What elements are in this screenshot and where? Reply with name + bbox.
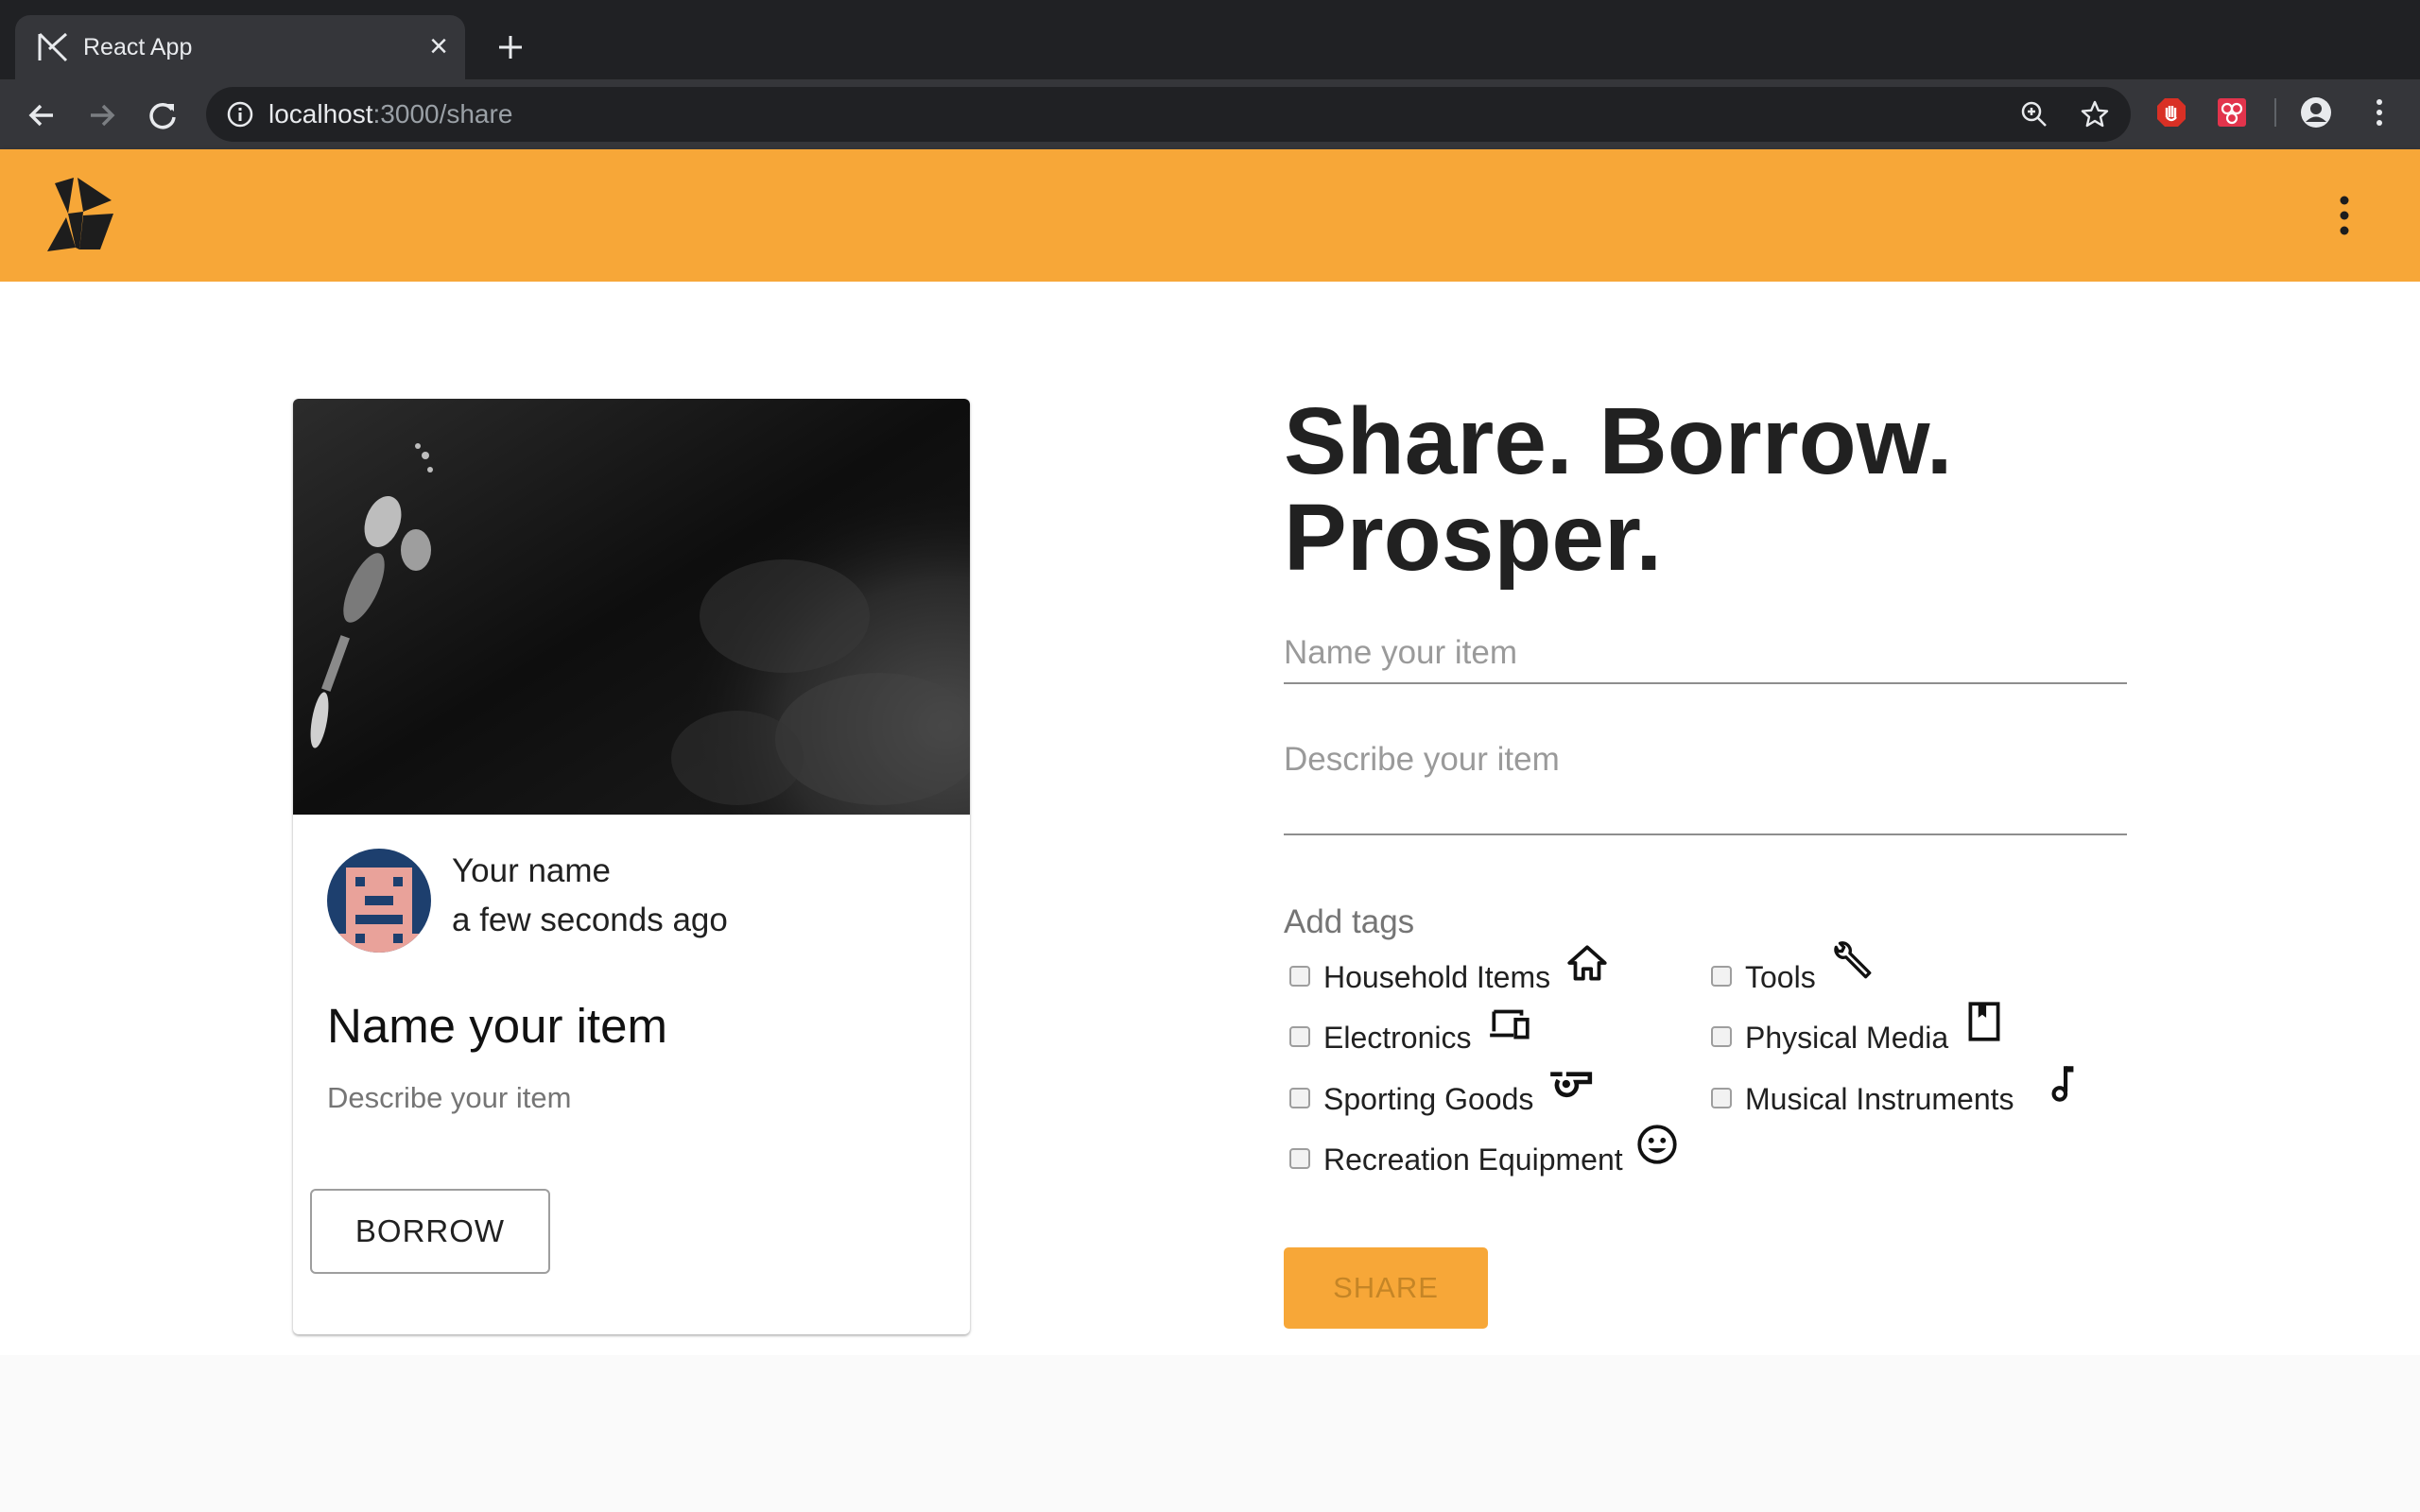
new-tab-plus-icon[interactable] — [490, 26, 531, 68]
toolbar-divider — [2274, 98, 2276, 127]
home-icon — [1567, 945, 1607, 981]
url-path: :3000/share — [372, 99, 513, 129]
app-favicon-icon — [38, 32, 68, 62]
tab-title: React App — [83, 34, 193, 60]
item-preview-card: Your name a few seconds ago Name your it… — [293, 399, 970, 1334]
book-icon — [1968, 1002, 2000, 1041]
apollo-devtools-extension-icon[interactable] — [2216, 96, 2248, 129]
back-arrow-icon[interactable] — [23, 96, 60, 134]
browser-menu-icon[interactable] — [2363, 96, 2395, 129]
profile-avatar-icon[interactable] — [2300, 96, 2332, 129]
forward-arrow-icon[interactable] — [83, 96, 121, 134]
browser-tab-strip: React App × — [0, 0, 2420, 79]
url-text[interactable]: localhost:3000/share — [268, 99, 512, 129]
tab-close-icon[interactable]: × — [422, 30, 456, 64]
tag-label: Tools — [1745, 960, 1816, 994]
whistle-icon — [1550, 1072, 1593, 1097]
devices-icon — [1490, 1009, 1530, 1040]
tag-checkbox[interactable] — [1711, 1026, 1732, 1047]
site-info-icon[interactable] — [225, 99, 255, 129]
more-vert-icon[interactable] — [2329, 193, 2360, 238]
card-item-title: Name your item — [327, 999, 667, 1053]
headline-line-2: Prosper. — [1284, 485, 1663, 591]
zoom-icon[interactable] — [2019, 99, 2049, 129]
tag-label: Physical Media — [1745, 1021, 1949, 1055]
owner-timestamp: a few seconds ago — [452, 902, 728, 938]
item-image-placeholder — [293, 399, 970, 815]
boomtown-logo[interactable] — [45, 176, 115, 253]
bookmark-star-icon[interactable] — [2080, 99, 2110, 129]
tag-checkbox[interactable] — [1289, 1148, 1310, 1169]
tags-label: Add tags — [1284, 903, 1415, 940]
music-note-icon — [2051, 1066, 2074, 1102]
browser-tab[interactable]: React App × — [15, 15, 465, 79]
tag-checkbox[interactable] — [1289, 1088, 1310, 1108]
tag-label: Sporting Goods — [1323, 1082, 1534, 1116]
tag-checkbox[interactable] — [1711, 966, 1732, 987]
address-bar[interactable]: localhost:3000/share — [206, 87, 2131, 142]
tag-checkbox[interactable] — [1289, 1026, 1310, 1047]
app-header — [0, 149, 2420, 282]
wrench-icon — [1834, 941, 1872, 979]
card-item-description: Describe your item — [327, 1081, 572, 1114]
adblock-extension-icon[interactable] — [2155, 96, 2187, 129]
browser-toolbar: localhost:3000/share — [0, 79, 2420, 149]
smiley-icon — [1637, 1125, 1677, 1164]
tag-label: Musical Instruments — [1745, 1082, 2014, 1116]
headline-line-1: Share. Borrow. — [1284, 388, 1953, 494]
owner-name: Your name — [452, 852, 611, 889]
tag-label: Recreation Equipment — [1323, 1143, 1623, 1177]
owner-avatar — [327, 849, 431, 953]
tag-label: Household Items — [1323, 960, 1551, 994]
tag-label: Electronics — [1323, 1021, 1472, 1055]
borrow-button[interactable]: BORROW — [310, 1189, 550, 1274]
share-button[interactable]: SHARE — [1284, 1247, 1488, 1329]
item-description-input[interactable] — [1284, 735, 2127, 835]
item-name-input[interactable] — [1284, 624, 2127, 684]
url-host: localhost — [268, 99, 373, 129]
tag-checkbox[interactable] — [1711, 1088, 1732, 1108]
page-headline: Share. Borrow. Prosper. — [1284, 393, 2135, 586]
tag-checkbox[interactable] — [1289, 966, 1310, 987]
reload-icon[interactable] — [144, 96, 182, 134]
